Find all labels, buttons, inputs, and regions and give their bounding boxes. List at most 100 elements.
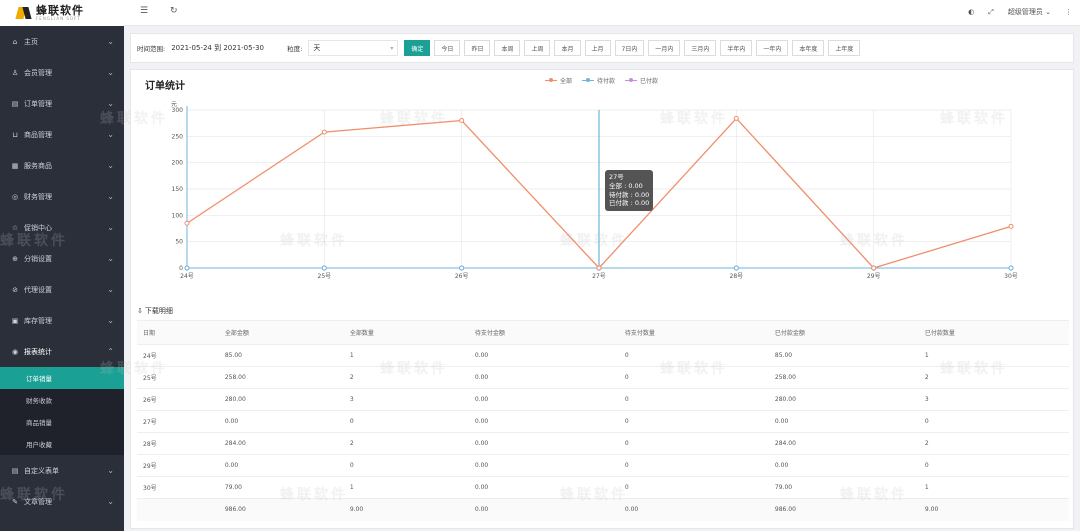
table-cell: 29号 [137,454,219,477]
column-header: 全部金额 [218,320,344,345]
table-cell: 0 [618,432,769,455]
finance-icon: ◎ [11,192,19,201]
quick-range-button[interactable]: 一月内 [648,40,681,56]
sidebar-item-label: 促销中心 [24,223,52,232]
legend-label: 已付款 [640,78,659,85]
quick-range-button[interactable]: 昨日 [464,40,491,56]
granularity-select[interactable]: 天 ▾ [308,40,399,56]
sidebar-item[interactable]: ◉ 报表统计 ⌃ [0,336,124,367]
x-tick-label: 25号 [318,273,332,280]
chevron-down-icon: ⌄ [107,99,114,108]
table-cell: 0 [618,344,769,367]
x-tick-label: 24号 [180,273,194,280]
tooltip-line: 全部 : 0.00 [609,181,643,190]
column-header: 全部数量 [343,320,469,345]
x-tick-label: 28号 [730,273,744,280]
table-cell: 2 [343,366,469,389]
column-header: 已付款数量 [918,320,1069,345]
table-cell: 0.00 [468,388,619,411]
theme-icon[interactable]: ◐ [968,8,974,16]
chevron-down-icon: ⌄ [107,223,114,232]
quick-range-button[interactable]: 本月 [554,40,581,56]
refresh-icon[interactable]: ↻ [170,6,178,16]
table-cell: 0 [343,454,469,477]
distribution-icon: ⊕ [12,254,18,263]
table-cell: 0.00 [618,498,769,521]
quick-range-button[interactable]: 本周 [494,40,521,56]
sidebar-item[interactable]: ▤ 订单管理 ⌄ [0,88,124,119]
order-icon: ▤ [11,99,19,108]
more-icon[interactable]: ⋮ [1065,8,1072,16]
submenu-item[interactable]: 用户收藏 [0,433,124,455]
table-cell: 30号 [137,476,219,499]
chevron-down-icon: ⌄ [107,254,114,263]
column-header: 待支付金额 [468,320,619,345]
quick-range-button[interactable]: 上周 [524,40,551,56]
quick-range-button[interactable]: 本年度 [792,40,825,56]
legend-item[interactable]: 已付款 [625,76,658,85]
sidebar-item-label: 报表统计 [24,347,52,356]
table-row: 26号 280.00 3 0.00 0 280.00 3 [137,388,1069,411]
table-cell: 28号 [137,432,219,455]
chevron-down-icon: ⌄ [107,130,114,139]
chart-legend: 全部 待付款 已付款 [545,76,658,85]
sidebar-item[interactable]: ▣ 库存管理 ⌄ [0,305,124,336]
submenu-item[interactable]: 商品销量 [0,411,124,433]
sidebar-item[interactable]: ♙ 会员管理 ⌄ [0,57,124,88]
table-cell: 1 [343,476,469,499]
quick-range-button[interactable]: 一年内 [756,40,789,56]
table-cell: 0 [918,410,1069,433]
cart-icon: ⊔ [12,130,18,139]
legend-item[interactable]: 全部 [545,76,572,85]
date-range-input[interactable]: 2021-05-24 到 2021-05-30 [171,43,277,53]
logo[interactable]: 蜂联软件 FENGLIAN SOFT [0,0,124,26]
sidebar-item[interactable]: ⌂ 主页 ⌄ [0,26,124,57]
table-cell: 2 [918,432,1069,455]
chevron-down-icon: ⌄ [107,497,114,506]
sidebar-item[interactable]: ◎ 财务管理 ⌄ [0,181,124,212]
table-cell: 27号 [137,410,219,433]
data-point [1008,223,1014,229]
table-cell: 79.00 [768,476,919,499]
table-cell: 3 [343,388,469,411]
legend-swatch [582,78,595,82]
sidebar-item[interactable]: ☆ 促销中心 ⌄ [0,212,124,243]
sidebar-item[interactable]: ▦ 服务商品 ⌄ [0,150,124,181]
table-cell: 0 [618,366,769,389]
x-tick-label: 27号 [592,273,606,280]
quick-range-button[interactable]: 半年内 [720,40,753,56]
table-cell: 0 [618,476,769,499]
data-point [321,129,327,135]
table-header-row: 日期 全部金额 全部数量 待支付金额 待支付数量 已付款金额 已付款数量 [137,320,1069,345]
sidebar-item[interactable]: ⊔ 商品管理 ⌄ [0,119,124,150]
table-cell: 0.00 [468,454,619,477]
sidebar-item[interactable]: ▤ 自定义表单 ⌄ [0,455,124,486]
granularity-value: 天 [313,44,321,52]
table-cell: 280.00 [768,388,919,411]
report-icon: ◉ [11,347,19,356]
confirm-button[interactable]: 确定 [404,40,431,56]
table-cell: 0.00 [768,410,919,433]
table-cell: 0.00 [468,344,619,367]
submenu-item[interactable]: 财务收款 [0,389,124,411]
table-cell: 258.00 [218,366,344,389]
stock-icon: ▣ [11,316,19,325]
submenu-item[interactable]: 订单销量 [0,367,124,389]
sidebar-item[interactable]: ✎ 文章管理 ⌄ [0,486,124,517]
table-cell: 1 [343,344,469,367]
fullscreen-icon[interactable]: ⤢ [988,8,994,17]
promo-icon: ☆ [11,223,19,232]
legend-item[interactable]: 待付款 [582,76,615,85]
sidebar-item[interactable]: ⊕ 分销设置 ⌄ [0,243,124,274]
quick-range-button[interactable]: 三月内 [684,40,717,56]
quick-range-button[interactable]: 上月 [584,40,611,56]
menu-toggle-icon[interactable]: ☰ [140,6,148,16]
sidebar-item[interactable]: ⊘ 代理设置 ⌄ [0,274,124,305]
quick-range-button[interactable]: 7日内 [614,40,645,56]
download-link[interactable]: ⇩ 下载明细 [137,306,173,316]
data-point [733,265,739,271]
user-menu[interactable]: 超级管理员 ⌄ [1008,7,1051,17]
quick-range-button[interactable]: 今日 [434,40,461,56]
sidebar-item-label: 订单管理 [24,99,52,108]
quick-range-button[interactable]: 上年度 [828,40,861,56]
